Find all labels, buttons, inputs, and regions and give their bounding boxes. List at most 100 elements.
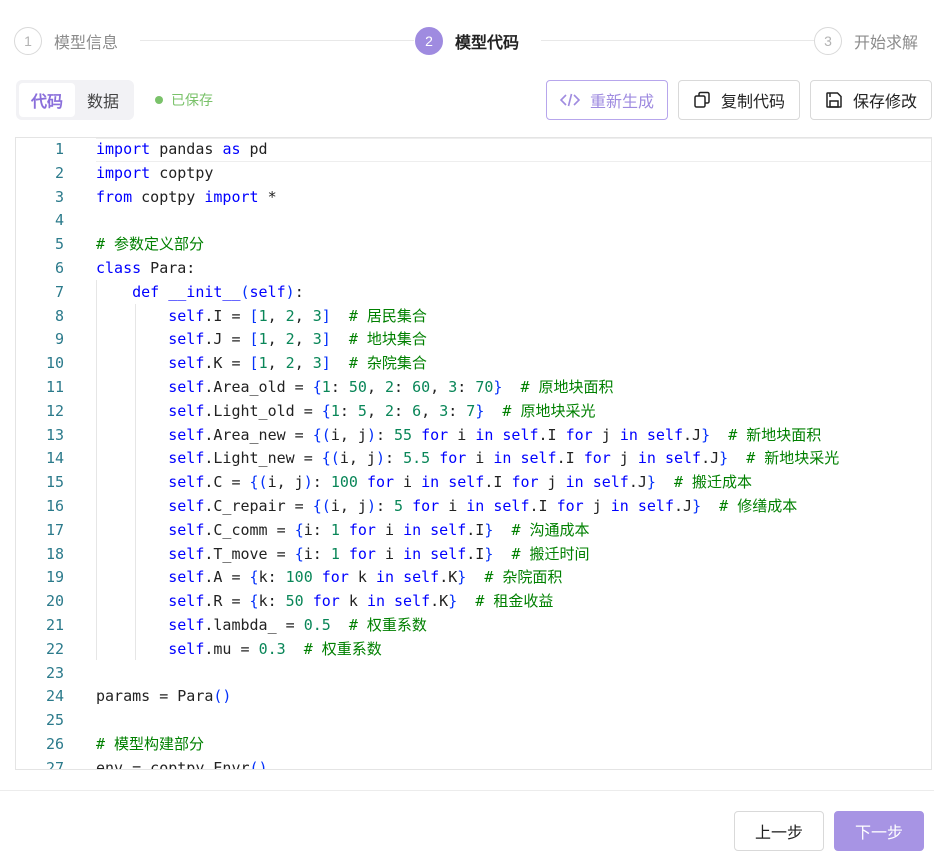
line-number: 13 [45, 425, 64, 444]
status-dot [155, 96, 163, 104]
line-number: 12 [45, 401, 64, 420]
line-number: 14 [45, 449, 64, 468]
line-number: 3 [54, 187, 64, 206]
step-connector [541, 40, 814, 41]
code-line[interactable]: 2 import coptpy [16, 162, 931, 186]
code-line[interactable]: 9 self.J = [1, 2, 3] # 地块集合 [16, 328, 931, 352]
step-number: 2 [415, 27, 443, 55]
step-connector [140, 40, 414, 41]
line-number: 17 [45, 520, 64, 539]
line-number: 26 [45, 734, 64, 753]
line-number: 21 [45, 615, 64, 634]
step-number: 1 [14, 27, 42, 55]
line-number: 24 [45, 687, 64, 706]
code-icon [559, 93, 580, 107]
save-status-text: 已保存 [171, 93, 213, 109]
next-step-button[interactable]: 下一步 [834, 811, 924, 851]
code-text: self.C_comm = {i: 1 for i in self.I} # 沟… [168, 520, 590, 539]
tab-data[interactable]: 数据 [75, 83, 131, 117]
code-text: self.C = {(i, j): 100 for i in self.I fo… [168, 473, 753, 492]
step-number: 3 [814, 27, 842, 55]
line-number: 22 [45, 639, 64, 658]
line-number: 2 [54, 163, 64, 182]
line-number: 9 [54, 330, 64, 349]
code-text: self.Area_new = {(i, j): 55 for i in sel… [168, 425, 822, 444]
line-number: 4 [54, 211, 64, 230]
code-line[interactable]: 26 # 模型构建部分 [16, 733, 931, 757]
line-number: 18 [45, 544, 64, 563]
code-text: self.J = [1, 2, 3] # 地块集合 [168, 330, 427, 349]
code-line[interactable]: 16 self.C_repair = {(i, j): 5 for i in s… [16, 495, 931, 519]
copy-icon [694, 91, 710, 108]
save-status: 已保存 [155, 90, 213, 110]
code-line[interactable]: 10 self.K = [1, 2, 3] # 杂院集合 [16, 352, 931, 376]
code-line[interactable]: 15 self.C = {(i, j): 100 for i in self.I… [16, 471, 931, 495]
code-line[interactable]: 6 class Para: [16, 257, 931, 281]
code-text: self.Light_new = {(i, j): 5.5 for i in s… [168, 449, 840, 468]
code-line[interactable]: 3 from coptpy import * [16, 186, 931, 210]
code-line[interactable]: 8 self.I = [1, 2, 3] # 居民集合 [16, 305, 931, 329]
code-text: def __init__(self): [132, 282, 304, 301]
code-text: self.T_move = {i: 1 for i in self.I} # 搬… [168, 544, 590, 563]
code-text: self.Light_old = {1: 5, 2: 6, 3: 7} # 原地… [168, 401, 596, 420]
code-line[interactable]: 20 self.R = {k: 50 for k in self.K} # 租金… [16, 590, 931, 614]
prev-step-button[interactable]: 上一步 [734, 811, 824, 851]
code-line[interactable]: 22 self.mu = 0.3 # 权重系数 [16, 638, 931, 662]
regenerate-button[interactable]: 重新生成 [546, 80, 668, 120]
code-line[interactable]: 27 env = coptpy.Envr() [16, 757, 931, 770]
code-line[interactable]: 4 [16, 209, 931, 233]
code-line[interactable]: 24 params = Para() [16, 685, 931, 709]
code-text: import pandas as pd [96, 140, 268, 158]
view-tabs: 代码 数据 [16, 80, 135, 120]
code-text: # 参数定义部分 [96, 235, 205, 254]
line-number: 25 [45, 711, 64, 730]
code-text: class Para: [96, 258, 196, 277]
line-number: 20 [45, 592, 64, 611]
stepper: 1 模型信息 2 模型代码 3 开始求解 [14, 25, 926, 57]
code-line[interactable]: 19 self.A = {k: 100 for k in self.K} # 杂… [16, 566, 931, 590]
code-line[interactable]: 25 [16, 709, 931, 733]
code-text: self.lambda_ = 0.5 # 权重系数 [168, 615, 427, 634]
line-number: 6 [54, 258, 64, 277]
code-line[interactable]: 17 self.C_comm = {i: 1 for i in self.I} … [16, 519, 931, 543]
save-changes-label: 保存修改 [852, 92, 917, 111]
tab-code[interactable]: 代码 [19, 83, 76, 117]
line-number: 10 [45, 354, 64, 373]
step-start-solve[interactable]: 3 开始求解 [814, 25, 918, 57]
code-text: params = Para() [96, 687, 232, 706]
step-model-info[interactable]: 1 模型信息 [14, 25, 118, 57]
line-number: 11 [45, 377, 64, 396]
code-line[interactable]: 11 self.Area_old = {1: 50, 2: 60, 3: 70}… [16, 376, 931, 400]
code-text: env = coptpy.Envr() [96, 758, 268, 770]
line-number: 23 [45, 663, 64, 682]
code-text: # 模型构建部分 [96, 734, 205, 753]
footer-divider [0, 790, 934, 791]
code-text: self.K = [1, 2, 3] # 杂院集合 [168, 354, 427, 373]
code-line[interactable]: 23 [16, 662, 931, 686]
code-editor[interactable]: 1 import pandas as pd 2 import coptpy 3 from … [15, 137, 932, 770]
code-text: from coptpy import * [96, 187, 277, 206]
copy-code-button[interactable]: 复制代码 [678, 80, 800, 120]
code-line[interactable]: 13 self.Area_new = {(i, j): 55 for i in … [16, 424, 931, 448]
code-text: self.I = [1, 2, 3] # 居民集合 [168, 306, 427, 325]
code-line[interactable]: 14 self.Light_new = {(i, j): 5.5 for i i… [16, 447, 931, 471]
step-label: 开始求解 [854, 33, 919, 52]
code-line[interactable]: 21 self.lambda_ = 0.5 # 权重系数 [16, 614, 931, 638]
code-lines: 1 import pandas as pd 2 import coptpy 3 from … [16, 138, 931, 770]
save-changes-button[interactable]: 保存修改 [810, 80, 932, 120]
code-line[interactable]: 1 import pandas as pd [16, 138, 931, 162]
step-label: 模型信息 [54, 33, 119, 52]
code-text: self.C_repair = {(i, j): 5 for i in self… [168, 496, 798, 515]
line-number: 19 [45, 568, 64, 587]
code-line[interactable]: 12 self.Light_old = {1: 5, 2: 6, 3: 7} #… [16, 400, 931, 424]
line-number: 1 [54, 140, 64, 158]
code-text: self.A = {k: 100 for k in self.K} # 杂院面积 [168, 568, 563, 587]
step-model-code[interactable]: 2 模型代码 [415, 25, 519, 57]
code-text: self.R = {k: 50 for k in self.K} # 租金收益 [168, 592, 554, 611]
line-number: 7 [54, 282, 64, 301]
code-line[interactable]: 7 def __init__(self): [16, 281, 931, 305]
copy-code-label: 复制代码 [720, 92, 785, 111]
code-line[interactable]: 5 # 参数定义部分 [16, 233, 931, 257]
code-line[interactable]: 18 self.T_move = {i: 1 for i in self.I} … [16, 543, 931, 567]
code-text: import coptpy [96, 163, 214, 182]
